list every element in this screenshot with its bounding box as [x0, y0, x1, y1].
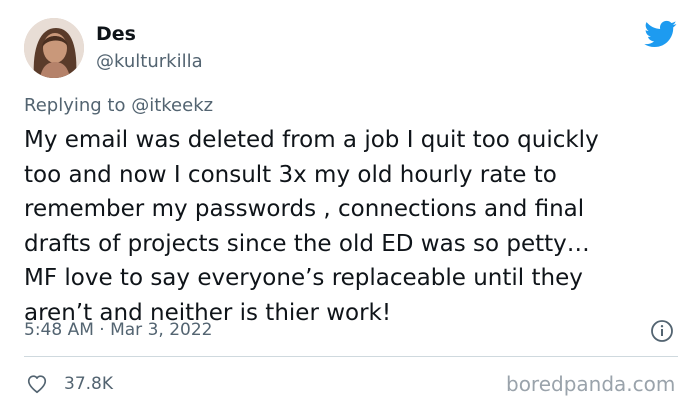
divider [24, 356, 678, 357]
tweet-text-line: My email was deleted from a job I quit t… [24, 127, 599, 153]
replying-to-label: Replying to [24, 95, 126, 116]
watermark: boredpanda.com [506, 372, 676, 396]
tweet-card: Des @kulturkilla Replying to @itkeekz My… [0, 0, 700, 410]
twitter-bird-icon[interactable] [643, 17, 677, 51]
info-icon[interactable] [650, 319, 674, 343]
tweet-text-line: too and now I consult 3x my old hourly r… [24, 161, 557, 188]
like-count[interactable]: 37.8K [64, 373, 113, 395]
replying-to-line: Replying to @itkeekz [24, 95, 213, 117]
tweet-text-line: remember my passwords , connections and … [24, 196, 585, 222]
tweet-text: My email was deleted from a job I quit t… [24, 123, 684, 330]
author-display-name[interactable]: Des [96, 23, 136, 45]
heart-icon[interactable] [26, 373, 48, 395]
tweet-timestamp[interactable]: 5:48 AM · Mar 3, 2022 [24, 319, 212, 341]
author-handle[interactable]: @kulturkilla [96, 51, 203, 73]
reply-mention-link[interactable]: @itkeekz [131, 95, 213, 116]
tweet-text-line: MF love to say everyone’s replaceable un… [24, 265, 583, 291]
avatar-image [24, 18, 84, 78]
avatar[interactable] [24, 18, 84, 78]
tweet-text-line: drafts of projects since the old ED was … [24, 230, 590, 257]
